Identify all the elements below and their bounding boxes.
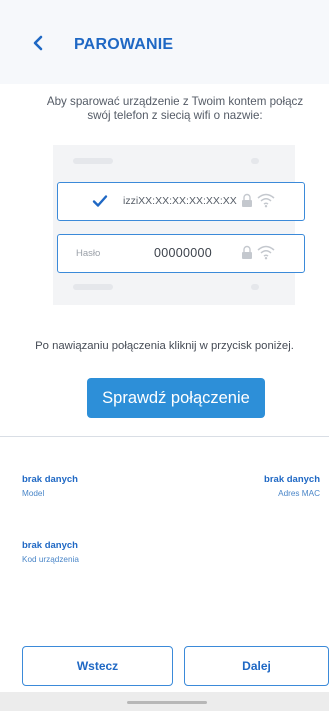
model-value: brak danych: [22, 474, 78, 485]
lock-icon: [242, 193, 252, 207]
app-header: PAROWANIE: [0, 0, 329, 84]
placeholder-dot: [251, 284, 259, 290]
back-button[interactable]: Wstecz: [22, 646, 173, 686]
next-button[interactable]: Dalej: [184, 646, 329, 686]
check-icon: [92, 195, 108, 207]
wifi-icon: [257, 245, 275, 260]
home-indicator[interactable]: [127, 701, 207, 704]
device-code-value: brak danych: [22, 540, 78, 551]
connection-hint: Po nawiązaniu połączenia kliknij w przyc…: [35, 340, 294, 352]
placeholder-dot: [251, 158, 259, 164]
wifi-network-row: izziXX:XX:XX:XX:XX:XX: [57, 182, 305, 221]
wifi-icon: [257, 193, 275, 208]
placeholder-line: [73, 284, 113, 290]
wifi-ssid: izziXX:XX:XX:XX:XX:XX: [123, 195, 237, 207]
placeholder-line: [73, 158, 113, 164]
mac-address-value: brak danych: [264, 474, 320, 485]
check-connection-button[interactable]: Sprawdź połączenie: [87, 378, 265, 418]
device-code-label: Kod urządzenia: [22, 555, 79, 564]
pairing-instructions: Aby sparować urządzenie z Twoim kontem p…: [46, 95, 304, 122]
password-label: Hasło: [76, 248, 101, 259]
wifi-settings-illustration: [53, 145, 295, 305]
section-divider: [0, 436, 329, 437]
password-value: 00000000: [154, 246, 213, 260]
mac-address-label: Adres MAC: [278, 489, 320, 498]
lock-icon: [242, 245, 252, 259]
wifi-password-row: Hasło 00000000: [57, 234, 305, 273]
page-title: PAROWANIE: [74, 36, 174, 53]
back-chevron-icon[interactable]: [30, 34, 48, 52]
model-label: Model: [22, 489, 45, 498]
